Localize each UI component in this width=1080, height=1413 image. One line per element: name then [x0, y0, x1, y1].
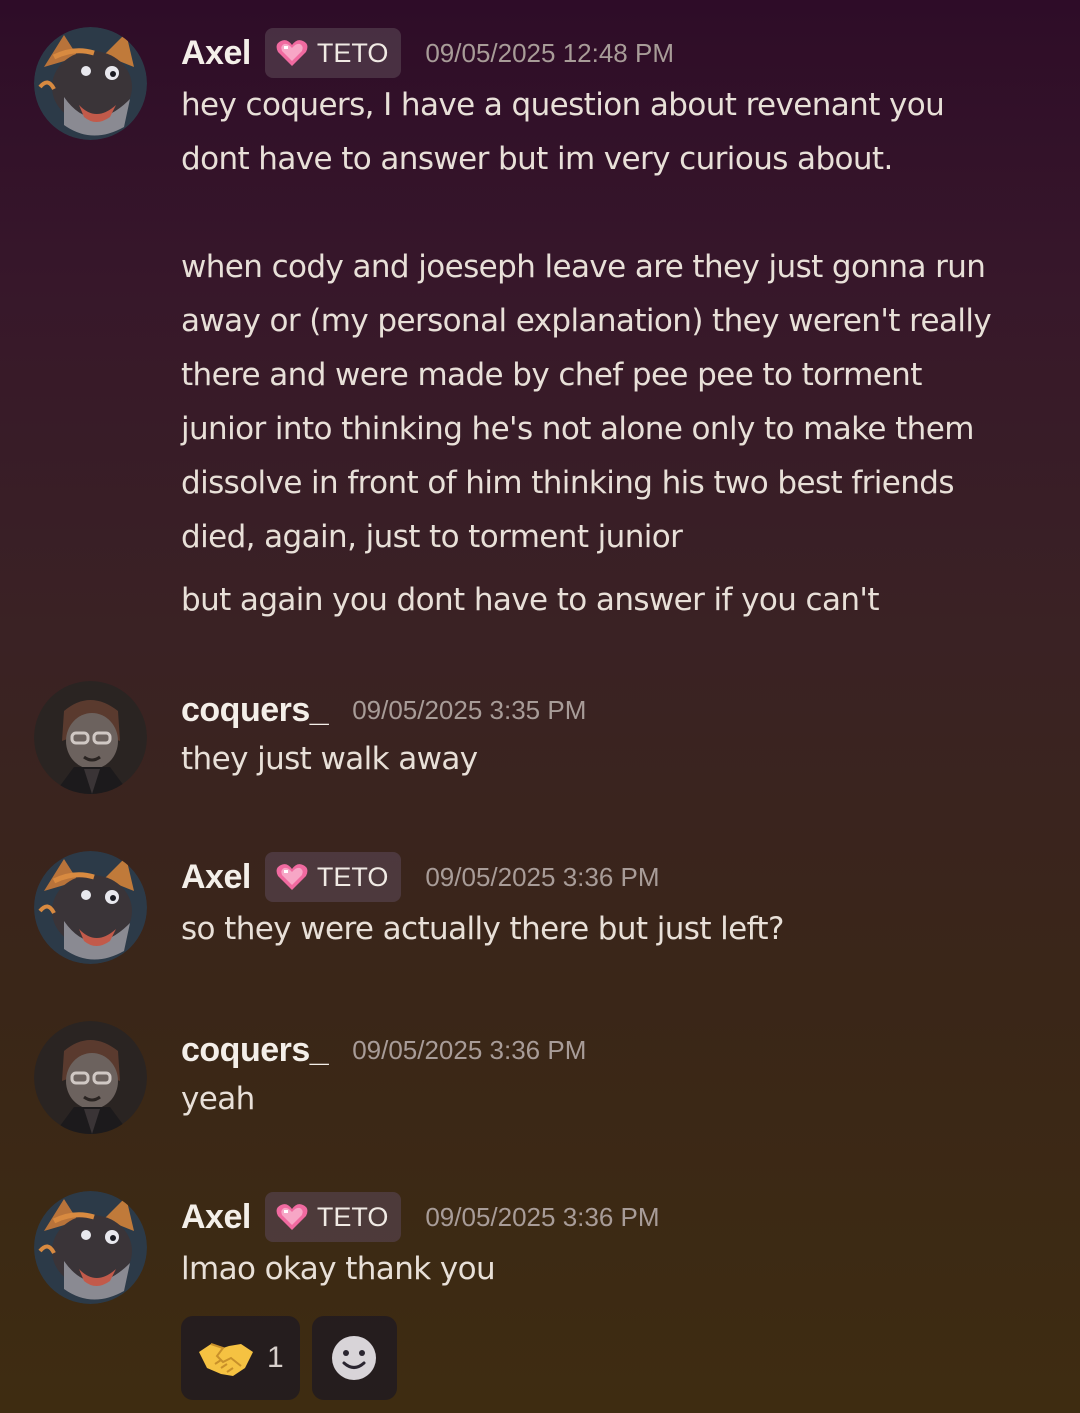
message-line: [181, 186, 1051, 240]
message-line: died, again, just to torment junior: [181, 519, 683, 555]
handshake-icon: [199, 1343, 253, 1376]
message-line: dissolve in front of him thinking his tw…: [181, 465, 955, 501]
message-content: yeah: [181, 1081, 255, 1117]
message-line: when cody and joeseph leave are they jus…: [181, 249, 986, 285]
message-line: hey coquers, I have a question about rev…: [181, 87, 945, 123]
username[interactable]: Axel: [181, 858, 251, 897]
timestamp: 09/05/2025 3:36 PM: [352, 1034, 587, 1065]
username[interactable]: coquers_: [181, 691, 329, 730]
axel-avatar[interactable]: [34, 851, 147, 964]
coquers-avatar[interactable]: [34, 681, 147, 794]
message-header: coquers_ 09/05/2025 3:35 PM: [181, 684, 586, 736]
role-tag[interactable]: TETO: [264, 28, 402, 78]
coquers-avatar[interactable]: [34, 1021, 147, 1134]
username[interactable]: Axel: [181, 34, 251, 73]
heart-icon: [276, 40, 308, 66]
message-content: so they were actually there but just lef…: [181, 911, 784, 947]
message-line: there and were made by chef pee pee to t…: [181, 357, 922, 393]
message-line: away or (my personal explanation) they w…: [181, 303, 992, 339]
role-tag[interactable]: TETO: [264, 852, 402, 902]
message-content: they just walk away: [181, 741, 478, 777]
message-line: junior into thinking he's not alone only…: [181, 411, 974, 447]
message-content: lmao okay thank you: [181, 1251, 496, 1287]
reaction-handshake[interactable]: 1: [181, 1316, 300, 1400]
username[interactable]: coquers_: [181, 1031, 329, 1070]
timestamp: 09/05/2025 12:48 PM: [425, 37, 674, 68]
message-line: dont have to answer but im very curious …: [181, 141, 893, 177]
timestamp: 09/05/2025 3:35 PM: [352, 694, 587, 725]
add-reaction-button[interactable]: [311, 1316, 397, 1400]
tag-label: TETO: [316, 861, 389, 892]
role-tag[interactable]: TETO: [264, 1192, 402, 1242]
message-header: Axel TETO 09/05/2025 12:48 PM: [181, 27, 674, 79]
message-header: Axel TETO 09/05/2025 3:36 PM: [181, 851, 660, 903]
axel-avatar[interactable]: [34, 27, 147, 140]
message-header: Axel TETO 09/05/2025 3:36 PM: [181, 1191, 660, 1243]
add-reaction-icon: [332, 1336, 377, 1380]
message-followup: but again you dont have to answer if you…: [181, 582, 880, 618]
tag-label: TETO: [316, 37, 389, 68]
heart-icon: [276, 1204, 308, 1230]
timestamp: 09/05/2025 3:36 PM: [425, 861, 660, 892]
reactions-bar: 1: [181, 1316, 397, 1400]
message-header: coquers_ 09/05/2025 3:36 PM: [181, 1024, 586, 1076]
timestamp: 09/05/2025 3:36 PM: [425, 1201, 660, 1232]
username[interactable]: Axel: [181, 1198, 251, 1237]
heart-icon: [276, 864, 308, 890]
reaction-count: 1: [267, 1341, 284, 1374]
tag-label: TETO: [316, 1201, 389, 1232]
axel-avatar[interactable]: [34, 1191, 147, 1304]
message-content: hey coquers, I have a question about rev…: [181, 78, 1051, 564]
